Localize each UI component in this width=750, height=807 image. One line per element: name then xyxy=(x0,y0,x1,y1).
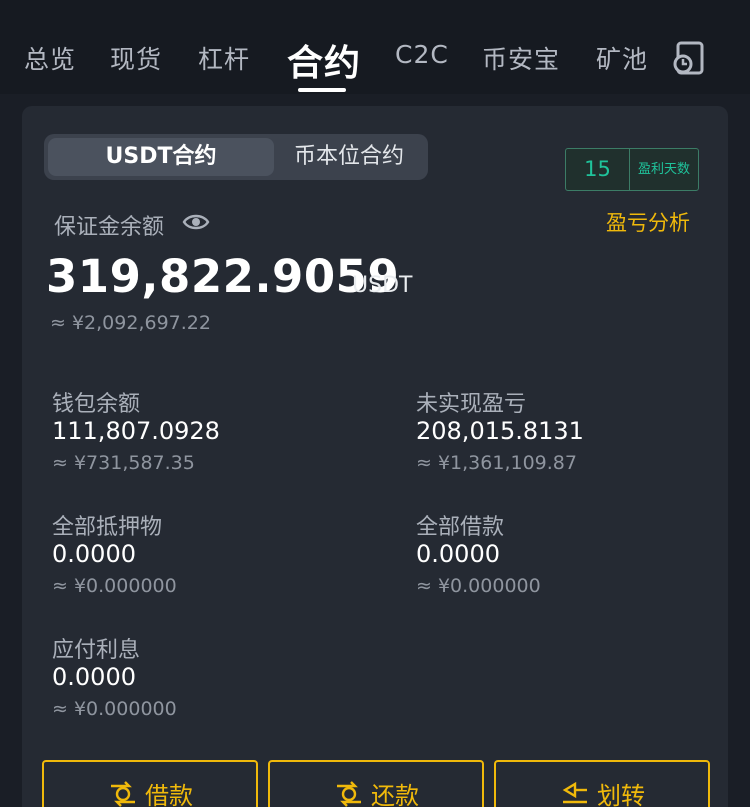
repay-button[interactable]: 还款 xyxy=(268,760,484,807)
top-tab-bar: 总览 现货 杠杆 合约 C2C 币安宝 矿池 xyxy=(0,0,750,94)
total-borrowed-cny: ≈ ¥0.000000 xyxy=(416,575,541,597)
interest-payable-value: 0.0000 xyxy=(52,663,136,691)
history-icon[interactable] xyxy=(672,40,706,76)
borrow-label: 借款 xyxy=(145,782,193,807)
transfer-label: 划转 xyxy=(597,782,645,807)
total-collateral-value: 0.0000 xyxy=(52,540,136,568)
tab-futures[interactable]: 合约 xyxy=(287,34,361,86)
total-collateral-label: 全部抵押物 xyxy=(52,515,163,540)
tab-spot[interactable]: 现货 xyxy=(110,40,162,76)
repay-icon xyxy=(337,780,361,807)
profit-days-label: 盈利天数 xyxy=(637,162,690,177)
total-borrowed-label: 全部借款 xyxy=(416,515,505,540)
usdt-futures-option[interactable]: USDT合约 xyxy=(48,138,274,176)
unrealized-pnl-label: 未实现盈亏 xyxy=(416,392,527,417)
tab-pool[interactable]: 矿池 xyxy=(596,40,648,76)
wallet-balance-cny: ≈ ¥731,587.35 xyxy=(52,452,195,474)
margin-balance-label: 保证金余额 xyxy=(54,215,165,240)
unrealized-pnl-cny: ≈ ¥1,361,109.87 xyxy=(416,452,577,474)
profit-days-badge[interactable]: 15 盈利天数 xyxy=(565,148,699,191)
borrow-button[interactable]: 借款 xyxy=(42,760,258,807)
eye-icon[interactable] xyxy=(182,210,210,234)
contract-type-switch: USDT合约 币本位合约 xyxy=(44,134,428,180)
margin-balance-cny: ≈ ¥2,092,697.22 xyxy=(50,312,211,334)
pnl-analysis-link[interactable]: 盈亏分析 xyxy=(606,207,690,237)
interest-payable-label: 应付利息 xyxy=(52,638,141,663)
tab-earn[interactable]: 币安宝 xyxy=(482,40,560,76)
transfer-icon xyxy=(562,781,587,803)
interest-payable-cny: ≈ ¥0.000000 xyxy=(52,698,177,720)
repay-label: 还款 xyxy=(371,782,419,807)
total-collateral-cny: ≈ ¥0.000000 xyxy=(52,575,177,597)
margin-balance-value: 319,822.9059 xyxy=(46,250,400,303)
tab-overview[interactable]: 总览 xyxy=(24,40,76,76)
total-borrowed-value: 0.0000 xyxy=(416,540,500,568)
wallet-balance-value: 111,807.0928 xyxy=(52,417,220,445)
tab-margin[interactable]: 杠杆 xyxy=(198,40,250,76)
margin-balance-unit: USDT xyxy=(352,273,413,298)
wallet-balance-label: 钱包余额 xyxy=(52,392,141,417)
unrealized-pnl-value: 208,015.8131 xyxy=(416,417,584,445)
profit-days-value: 15 xyxy=(566,149,630,190)
coin-futures-option[interactable]: 币本位合约 xyxy=(274,138,424,176)
active-tab-indicator xyxy=(298,88,346,92)
tab-c2c[interactable]: C2C xyxy=(395,40,449,69)
transfer-button[interactable]: 划转 xyxy=(494,760,710,807)
borrow-icon xyxy=(111,780,135,807)
